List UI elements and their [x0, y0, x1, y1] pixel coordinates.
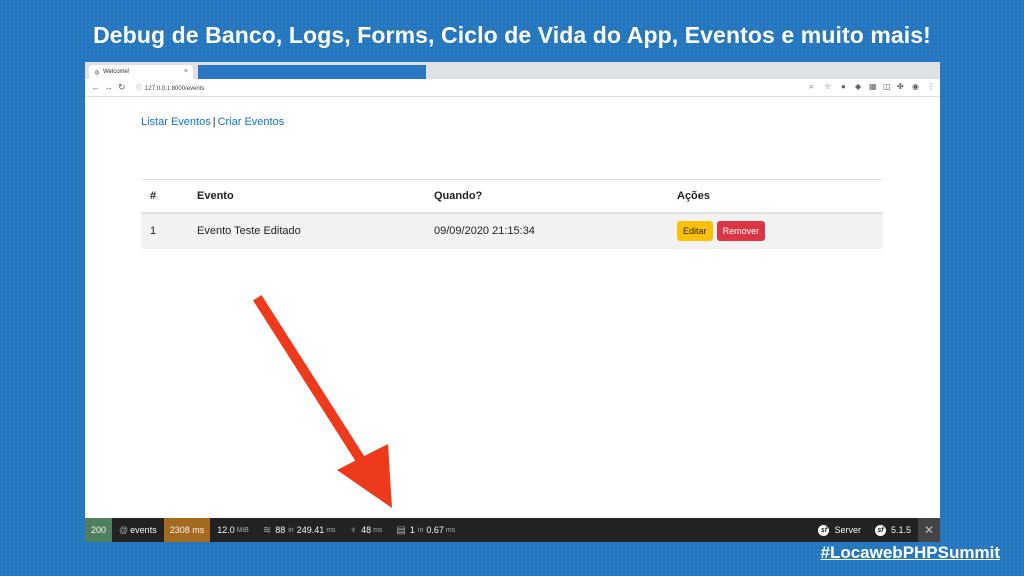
cache-time: 0.67 [426, 525, 444, 535]
route-name: events [130, 525, 157, 535]
twig-time: 48 [361, 525, 372, 535]
db-query-time: 249.41 [296, 525, 325, 535]
symfony-logo-icon: sf [818, 524, 830, 536]
database-panel[interactable]: ≋ 88 in 249.41 ms [256, 525, 343, 536]
version-panel[interactable]: sf 5.1.5 [868, 524, 918, 536]
twig-panel[interactable]: ♆ 48 ms [343, 525, 390, 536]
arrow-head [337, 444, 392, 508]
memory-panel[interactable]: 12.0 MiB [210, 525, 256, 535]
cache-in: in [417, 526, 424, 534]
database-stack-icon: ≋ [262, 524, 272, 536]
db-query-count: 88 [275, 525, 286, 535]
server-stack-icon: ▤ [396, 524, 406, 536]
db-in: in [288, 526, 294, 534]
cache-count: 1 [409, 525, 415, 535]
memory-unit: MiB [236, 526, 249, 534]
db-time-unit: ms [326, 526, 336, 534]
cache-panel[interactable]: ▤ 1 in 0.67 ms [389, 525, 462, 536]
memory-value: 12.0 [217, 525, 235, 535]
symfony-version: 5.1.5 [890, 525, 911, 535]
arrow-shaft [253, 295, 369, 469]
symfony-debug-toolbar: 200 @ events 2308 ms 12.0 MiB ≋ 88 in 249.… [85, 518, 940, 542]
hashtag: #LocawebPHPSummit [820, 543, 1001, 562]
twig-unit: ms [373, 526, 383, 534]
server-panel[interactable]: sf Server [811, 524, 868, 536]
cache-unit: ms [445, 526, 456, 534]
close-toolbar-icon[interactable]: ✕ [918, 518, 940, 542]
twig-icon: ♆ [349, 524, 358, 536]
annotation-arrow [253, 295, 392, 508]
server-label: Server [834, 525, 861, 535]
route-panel[interactable]: @ events [112, 525, 164, 535]
symfony-version-icon: sf [874, 524, 886, 536]
route-at: @ [119, 525, 129, 535]
request-time-badge[interactable]: 2308 ms [163, 518, 211, 542]
status-code-badge[interactable]: 200 [85, 518, 113, 542]
